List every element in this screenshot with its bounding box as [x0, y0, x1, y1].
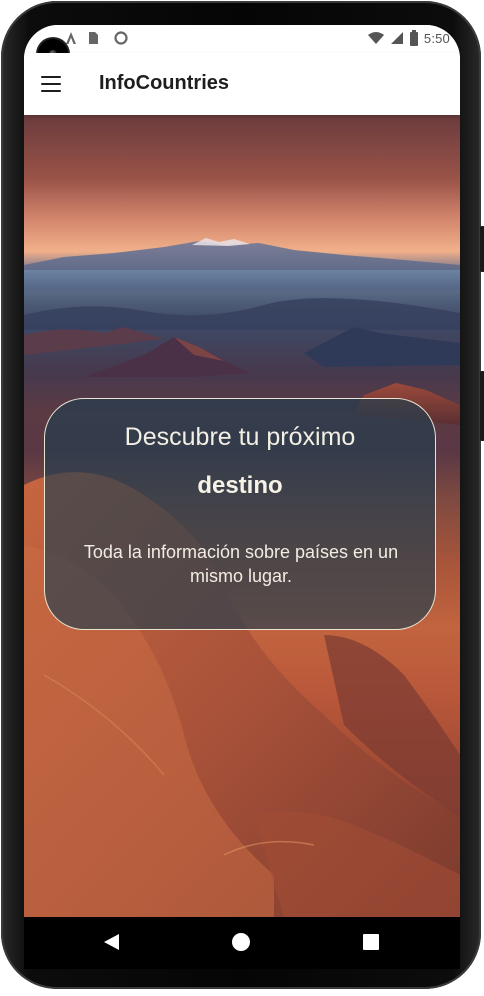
app-bar: InfoCountries [24, 53, 460, 115]
hero-card: Descubre tu próximo destino Toda la info… [44, 398, 436, 630]
notification-a-icon [66, 32, 76, 44]
sim-card-icon [89, 32, 98, 44]
sync-circle-icon [114, 31, 128, 45]
volume-button [480, 226, 484, 272]
signal-icon [390, 32, 403, 44]
hero-background-image: Descubre tu próximo destino Toda la info… [24, 115, 460, 917]
home-icon[interactable] [232, 933, 250, 951]
power-button [480, 371, 484, 441]
battery-icon [409, 30, 418, 46]
screen: 5:50 InfoCountries Descubre tu próximo d… [24, 25, 460, 917]
app-title: InfoCountries [99, 72, 229, 94]
status-bar: 5:50 [24, 25, 460, 53]
system-nav-bar [24, 917, 460, 969]
back-icon[interactable] [104, 934, 119, 950]
hamburger-menu-icon[interactable] [36, 69, 66, 99]
hero-description: Toda la información sobre países en un m… [83, 542, 399, 586]
hero-heading-strong: destino [197, 472, 283, 499]
wifi-icon [367, 32, 384, 44]
recent-apps-icon[interactable] [363, 934, 379, 950]
status-time: 5:50 [423, 30, 450, 46]
hero-heading: Descubre tu próximo [124, 423, 356, 451]
